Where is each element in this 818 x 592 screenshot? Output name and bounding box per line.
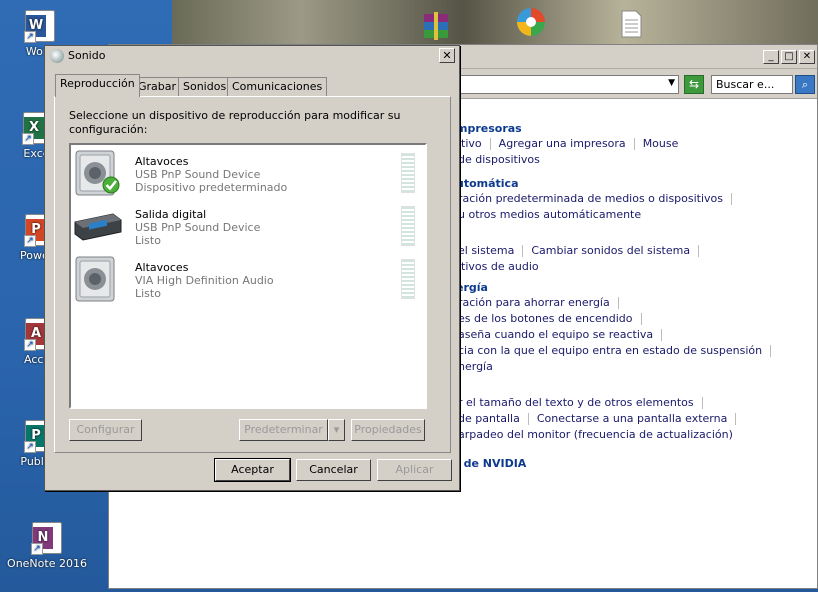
category-heading[interactable]: mpresoras (456, 122, 522, 135)
desktop-icon-onenote[interactable]: N ↗ OneNote 2016 (2, 522, 92, 570)
wallpaper (172, 0, 818, 48)
close-icon: ✕ (442, 49, 452, 62)
instructions-text: Seleccione un dispositivo de reproducció… (69, 109, 401, 136)
link[interactable]: ración predeterminada de medios o dispos… (458, 192, 723, 205)
category-heading[interactable]: utomática (456, 177, 519, 190)
link-row: aseña cuando el equipo se reactiva (458, 328, 670, 341)
desktop-icon-label: OneNote 2016 (7, 557, 87, 570)
device-name: Altavoces (135, 261, 189, 274)
speaker-device-icon (75, 256, 115, 302)
link[interactable]: ración para ahorrar energía (458, 296, 610, 309)
refresh-button[interactable]: ⇆ (684, 75, 704, 94)
digital-output-icon (74, 213, 122, 241)
apply-button[interactable]: Aplicar (377, 459, 452, 481)
link-row: itivo Agregar una impresora Mouse (458, 137, 678, 150)
minimize-button[interactable]: _ (763, 50, 779, 64)
text-file-icon[interactable] (615, 8, 647, 40)
link[interactable]: de dispositivos (458, 153, 540, 166)
link[interactable]: arpadeo del monitor (frecuencia de actua… (458, 428, 733, 441)
category-heading[interactable]: l de NVIDIA (456, 457, 526, 470)
address-input[interactable]: ▼ (454, 75, 679, 94)
device-list[interactable]: Altavoces USB PnP Sound Device Dispositi… (69, 143, 427, 409)
device-driver: USB PnP Sound Device (135, 168, 261, 181)
winrar-icon[interactable] (420, 10, 452, 42)
properties-button[interactable]: Propiedades (351, 419, 425, 441)
sound-dialog: Sonido ✕ Reproducción Grabar Sonidos Com… (44, 45, 460, 491)
speaker-device-icon (75, 150, 120, 196)
volume-meter (401, 153, 415, 193)
link[interactable]: Conectarse a una pantalla externa (537, 412, 728, 425)
device-status: Listo (135, 234, 161, 247)
link-row: de dispositivos (458, 153, 540, 166)
link[interactable]: itivo (458, 137, 482, 150)
device-name: Salida digital (135, 208, 207, 221)
link[interactable]: aseña cuando el equipo se reactiva (458, 328, 653, 341)
link[interactable]: Agregar una impresora (499, 137, 626, 150)
link-row: nergía (458, 360, 493, 373)
tab-recording[interactable]: Grabar (133, 77, 182, 96)
maximize-button[interactable]: □ (781, 50, 797, 64)
device-status: Listo (135, 287, 161, 300)
word-icon: W ↗ (24, 10, 55, 43)
device-item[interactable]: Salida digital USB PnP Sound Device List… (73, 202, 423, 252)
link-row: el sistema Cambiar sonidos del sistema (458, 244, 707, 257)
link[interactable]: el sistema (458, 244, 514, 257)
set-default-button[interactable]: Predeterminar (239, 419, 328, 441)
dialog-titlebar: Sonido ✕ (45, 46, 459, 66)
link-row: ración para ahorrar energía (458, 296, 627, 309)
volume-meter (401, 206, 415, 246)
link-row: r el tamaño del texto y de otros element… (458, 396, 711, 409)
close-button[interactable]: ✕ (439, 48, 455, 63)
link[interactable]: u otros medios automáticamente (458, 208, 641, 221)
chevron-down-icon: ▾ (333, 423, 340, 436)
configure-button[interactable]: Configurar (69, 419, 142, 441)
volume-meter (401, 259, 415, 299)
search-button[interactable]: ⌕ (795, 75, 815, 94)
link-row: arpadeo del monitor (frecuencia de actua… (458, 428, 733, 441)
tab-sounds[interactable]: Sonidos (178, 77, 232, 96)
link-row: ración predeterminada de medios o dispos… (458, 192, 740, 205)
set-default-dropdown[interactable]: ▾ (328, 419, 345, 441)
search-icon: ⌕ (801, 78, 809, 91)
device-item[interactable]: Altavoces USB PnP Sound Device Dispositi… (73, 149, 423, 199)
onenote-icon: N ↗ (31, 522, 62, 555)
link[interactable]: cia con la que el equipo entra en estado… (458, 344, 762, 357)
device-driver: USB PnP Sound Device (135, 221, 261, 234)
close-button[interactable]: ✕ (799, 50, 815, 64)
tab-communications[interactable]: Comunicaciones (227, 77, 328, 96)
device-driver: VIA High Definition Audio (135, 274, 274, 287)
link-row: es de los botones de encendido (458, 312, 650, 325)
playback-panel: Seleccione un dispositivo de reproducció… (54, 96, 451, 453)
link[interactable]: es de los botones de encendido (458, 312, 633, 325)
link[interactable]: Cambiar sonidos del sistema (531, 244, 690, 257)
link[interactable]: nergía (458, 360, 493, 373)
link[interactable]: Mouse (643, 137, 679, 150)
cancel-button[interactable]: Cancelar (296, 459, 371, 481)
link[interactable]: itivos de audio (458, 260, 539, 273)
link[interactable]: de pantalla (458, 412, 520, 425)
device-status: Dispositivo predeterminado (135, 181, 288, 194)
link[interactable]: r el tamaño del texto y de otros element… (458, 396, 694, 409)
browser-icon[interactable] (515, 6, 547, 38)
link-row: itivos de audio (458, 260, 539, 273)
link-row: de pantalla Conectarse a una pantalla ext… (458, 412, 744, 425)
link-row: cia con la que el equipo entra en estado… (458, 344, 779, 357)
ok-button[interactable]: Aceptar (214, 458, 291, 482)
category-heading[interactable]: ergía (456, 281, 488, 294)
dialog-title: Sonido (68, 49, 106, 62)
device-name: Altavoces (135, 155, 189, 168)
chevron-down-icon[interactable]: ▼ (668, 78, 675, 88)
link-row: u otros medios automáticamente (458, 208, 641, 221)
speaker-icon (50, 49, 64, 63)
tab-playback[interactable]: Reproducción (55, 74, 140, 97)
search-input[interactable]: Buscar e... (711, 75, 793, 94)
device-item[interactable]: Altavoces VIA High Definition Audio List… (73, 255, 423, 305)
